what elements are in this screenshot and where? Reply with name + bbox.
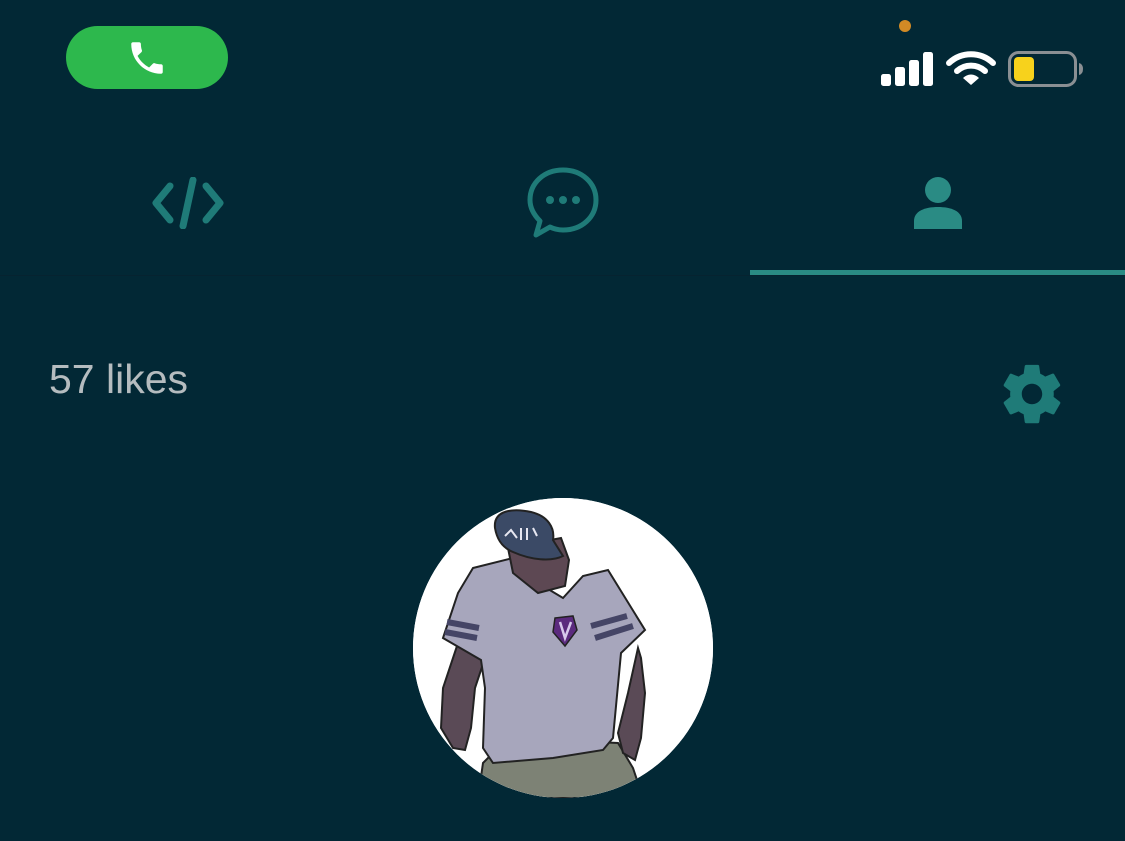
profile-screen: 57 likes <box>0 0 1125 841</box>
cellular-signal-icon <box>881 52 933 86</box>
chat-bubble-icon <box>527 167 598 238</box>
phone-icon <box>131 41 163 74</box>
gear-icon[interactable] <box>997 359 1067 429</box>
code-icon <box>152 177 223 229</box>
tab-bar <box>0 130 1125 276</box>
privacy-indicator-dot <box>899 20 911 32</box>
active-call-button[interactable] <box>66 26 228 89</box>
likes-count: 57 likes <box>49 356 189 402</box>
tab-profile[interactable] <box>750 130 1125 276</box>
person-icon <box>913 177 962 229</box>
avatar[interactable] <box>413 498 713 798</box>
battery-icon <box>1008 51 1083 87</box>
tab-chat[interactable] <box>375 130 750 276</box>
avatar-illustration <box>413 498 713 798</box>
battery-level-fill <box>1014 57 1034 81</box>
tab-code[interactable] <box>0 130 375 276</box>
tab-bar-divider <box>0 275 1125 276</box>
wifi-icon <box>946 51 996 85</box>
